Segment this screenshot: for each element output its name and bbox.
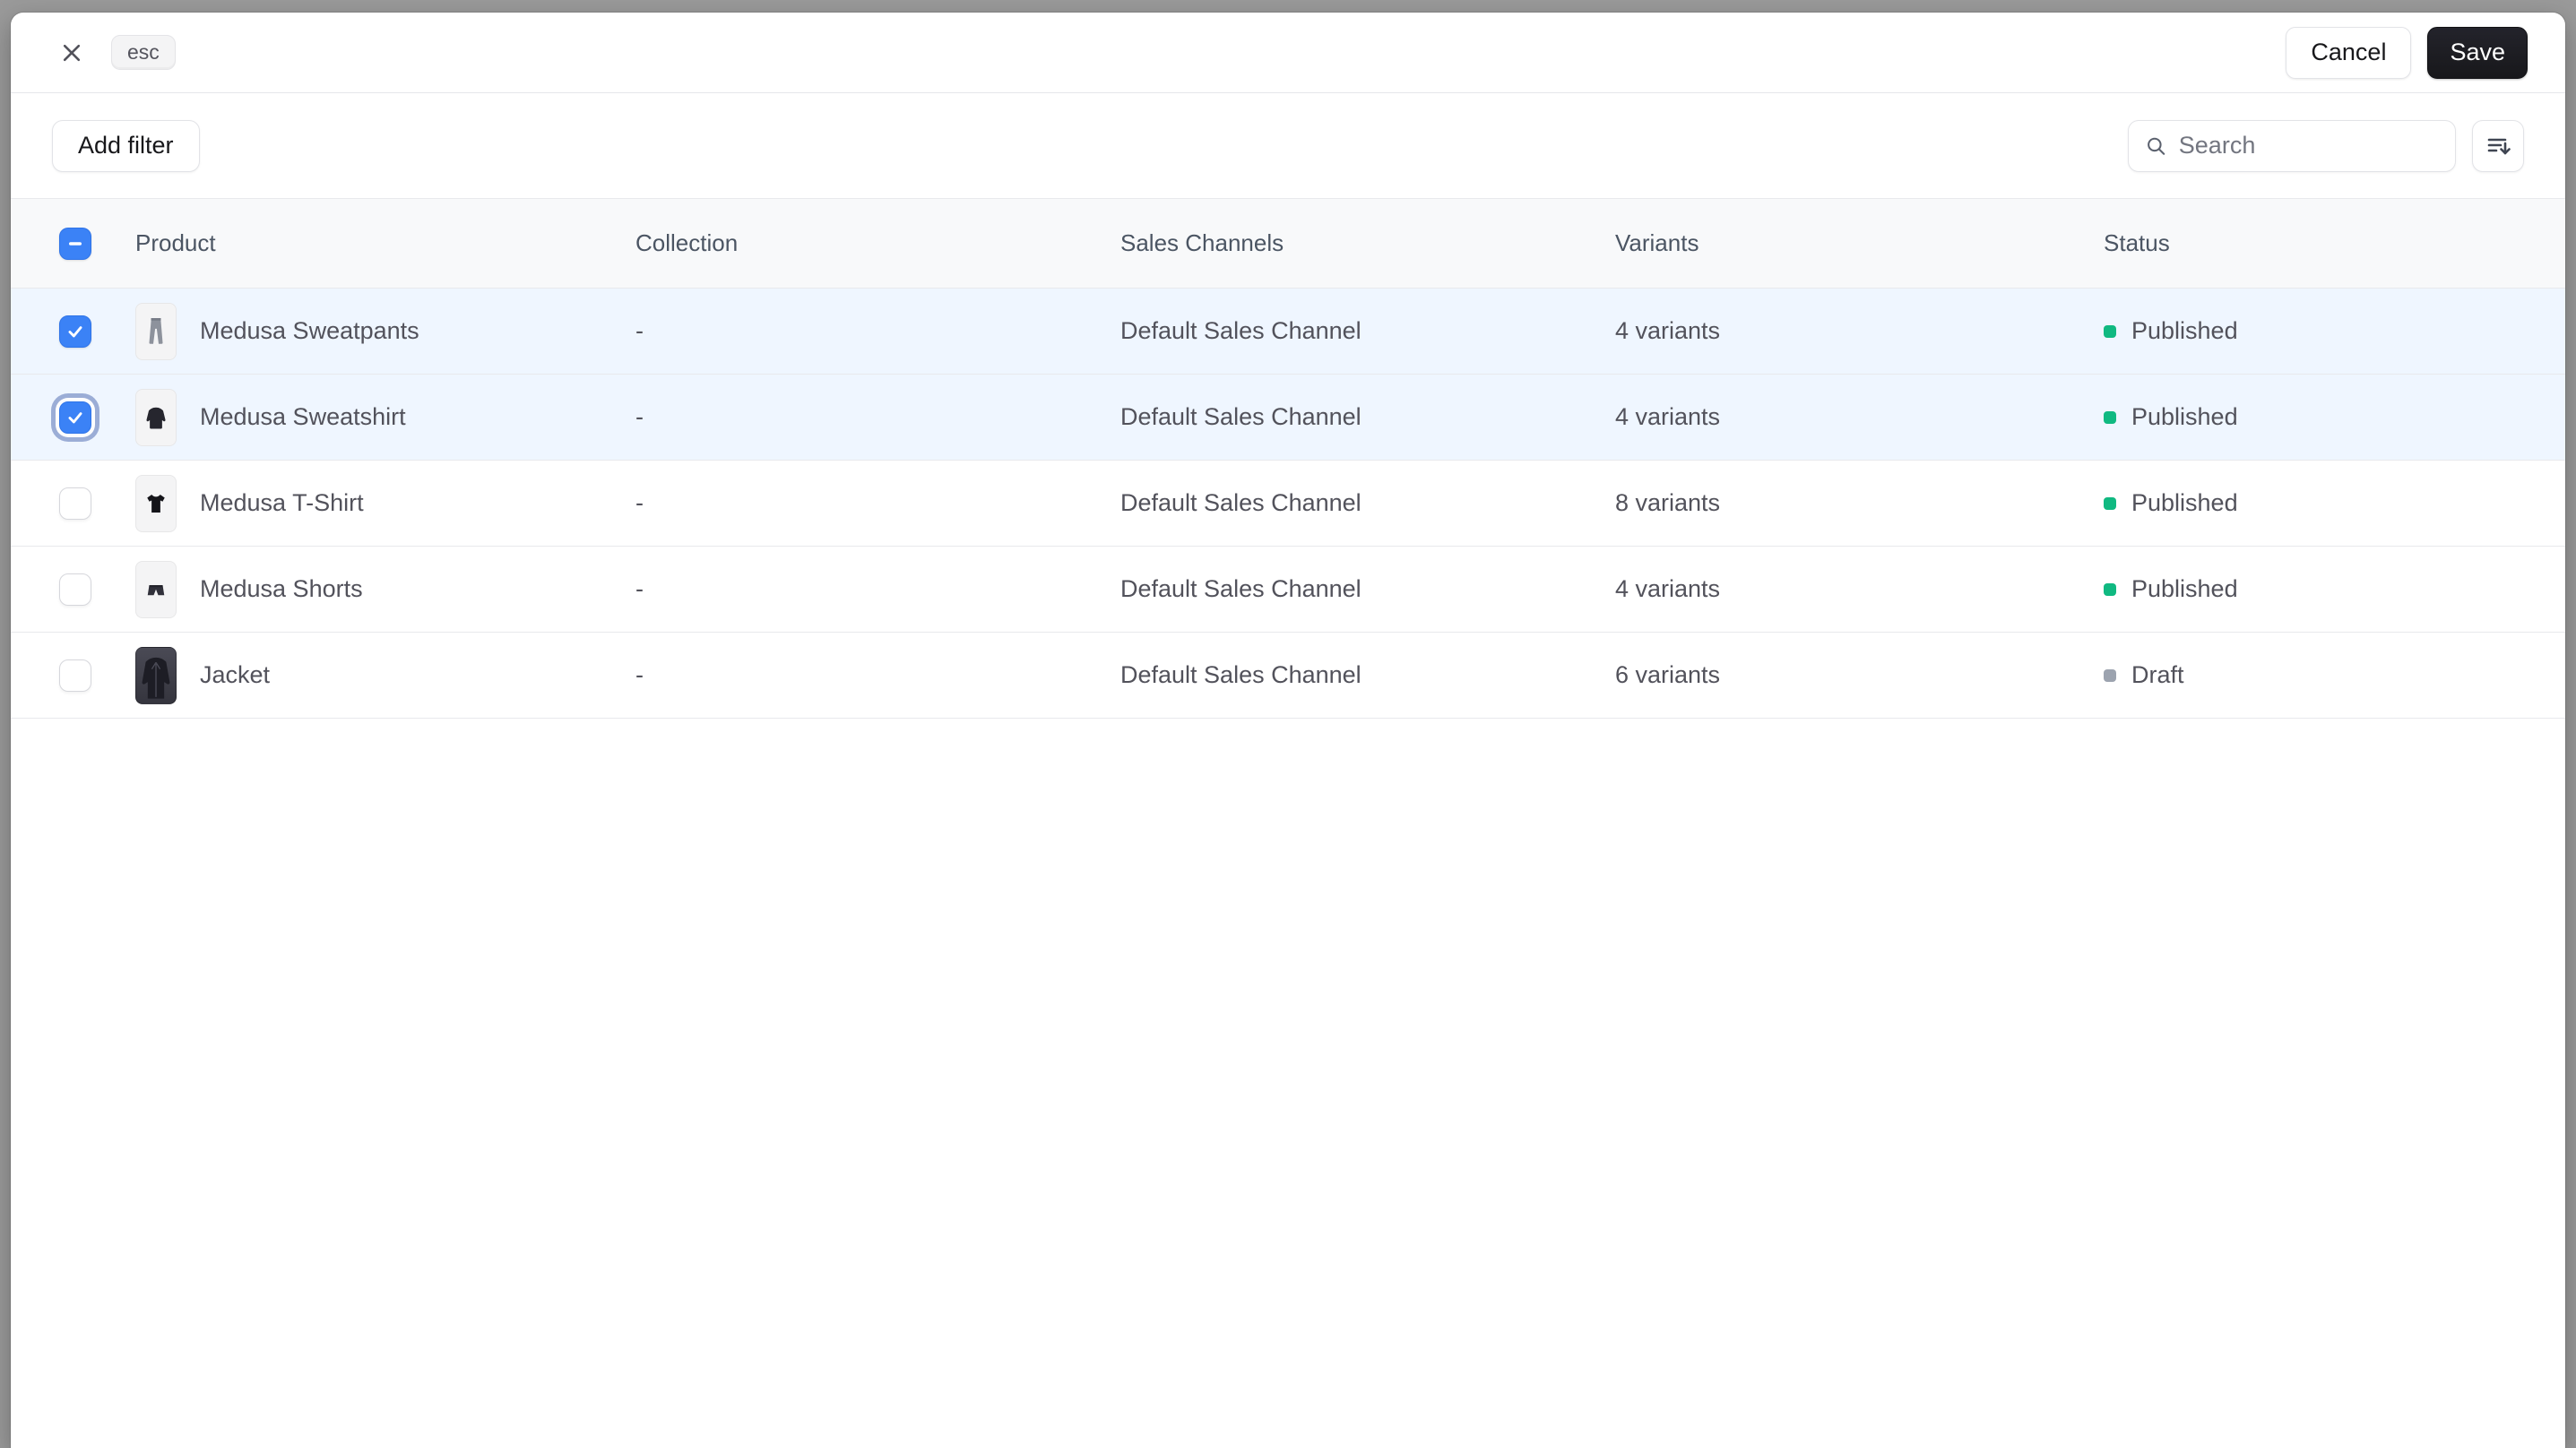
column-header-sales-channels[interactable]: Sales Channels [1120, 229, 1615, 257]
select-all-checkbox[interactable] [59, 227, 91, 260]
sales-channel-cell: Default Sales Channel [1120, 317, 1361, 344]
row-checkbox[interactable] [59, 659, 91, 692]
select-products-modal: esc Cancel Save Add filter Search Produc… [11, 13, 2565, 1448]
variants-cell: 6 variants [1615, 661, 1721, 688]
checkmark-icon [68, 325, 82, 337]
row-checkbox[interactable] [59, 573, 91, 606]
status-cell: Published [2104, 403, 2565, 431]
row-checkbox-focused[interactable] [59, 401, 91, 434]
indeterminate-icon [69, 241, 82, 246]
sales-channel-cell: Default Sales Channel [1120, 489, 1361, 516]
search-box[interactable] [2128, 119, 2456, 172]
product-name: Jacket [200, 661, 271, 688]
sweatshirt-icon [146, 407, 166, 428]
collection-cell: - [635, 661, 644, 688]
product-thumbnail [135, 388, 177, 446]
status-cell: Published [2104, 489, 2565, 517]
cancel-button[interactable]: Cancel [2286, 26, 2412, 79]
search-icon [2148, 137, 2165, 155]
sort-button[interactable] [2472, 119, 2524, 172]
collection-cell: - [635, 317, 644, 344]
products-table: Product Collection Sales Channels Varian… [11, 198, 2565, 1448]
status-label: Published [2131, 403, 2238, 430]
add-filter-button[interactable]: Add filter [52, 119, 200, 172]
sales-channel-cell: Default Sales Channel [1120, 661, 1361, 688]
status-dot [2104, 582, 2116, 596]
status-label: Draft [2131, 661, 2184, 688]
product-name: Medusa Shorts [200, 575, 363, 602]
sales-channel-cell: Default Sales Channel [1120, 403, 1361, 430]
table-row[interactable]: Jacket - Default Sales Channel 6 variant… [11, 633, 2565, 719]
table-row[interactable]: Medusa T-Shirt - Default Sales Channel 8… [11, 461, 2565, 547]
esc-shortcut-badge: esc [111, 35, 176, 70]
variants-cell: 4 variants [1615, 575, 1721, 602]
status-label: Published [2131, 489, 2238, 516]
collection-cell: - [635, 575, 644, 602]
variants-cell: 8 variants [1615, 489, 1721, 516]
table-empty-area [11, 719, 2565, 1448]
product-name: Medusa Sweatpants [200, 317, 419, 344]
search-input[interactable] [2178, 132, 2439, 159]
status-dot [2104, 410, 2116, 424]
status-dot [2104, 324, 2116, 338]
table-row[interactable]: Medusa Sweatpants - Default Sales Channe… [11, 289, 2565, 375]
table-row[interactable]: Medusa Shorts - Default Sales Channel 4 … [11, 547, 2565, 633]
column-header-status[interactable]: Status [2104, 229, 2565, 257]
row-checkbox[interactable] [59, 487, 91, 520]
checkmark-icon [68, 411, 82, 423]
save-button[interactable]: Save [2427, 26, 2528, 79]
status-dot [2104, 668, 2116, 682]
variants-cell: 4 variants [1615, 317, 1721, 344]
product-name: Medusa Sweatshirt [200, 403, 406, 430]
row-checkbox[interactable] [59, 315, 91, 348]
table-header-row: Product Collection Sales Channels Varian… [11, 198, 2565, 289]
toolbar-right-group [2128, 119, 2524, 172]
close-icon [63, 44, 81, 61]
sweatpants-icon [149, 317, 163, 344]
sales-channel-cell: Default Sales Channel [1120, 575, 1361, 602]
column-header-collection[interactable]: Collection [635, 229, 1120, 257]
sort-descending-icon [2487, 138, 2511, 154]
jacket-icon [142, 657, 170, 699]
status-dot [2104, 496, 2116, 510]
collection-cell: - [635, 403, 644, 430]
status-cell: Draft [2104, 661, 2565, 689]
product-thumbnail [135, 474, 177, 532]
table-row[interactable]: Medusa Sweatshirt - Default Sales Channe… [11, 375, 2565, 461]
status-label: Published [2131, 575, 2238, 602]
product-thumbnail [135, 646, 177, 704]
collection-cell: - [635, 489, 644, 516]
product-name: Medusa T-Shirt [200, 489, 364, 516]
status-label: Published [2131, 317, 2238, 344]
shorts-icon [147, 584, 165, 595]
variants-cell: 4 variants [1615, 403, 1721, 430]
modal-header: esc Cancel Save [11, 13, 2565, 93]
table-toolbar: Add filter [11, 93, 2565, 198]
status-cell: Published [2104, 317, 2565, 345]
product-thumbnail [135, 560, 177, 618]
tshirt-icon [147, 494, 165, 513]
product-thumbnail [135, 302, 177, 360]
close-button[interactable] [52, 33, 91, 73]
column-header-product[interactable]: Product [135, 229, 635, 257]
status-cell: Published [2104, 575, 2565, 603]
column-header-variants[interactable]: Variants [1615, 229, 2104, 257]
